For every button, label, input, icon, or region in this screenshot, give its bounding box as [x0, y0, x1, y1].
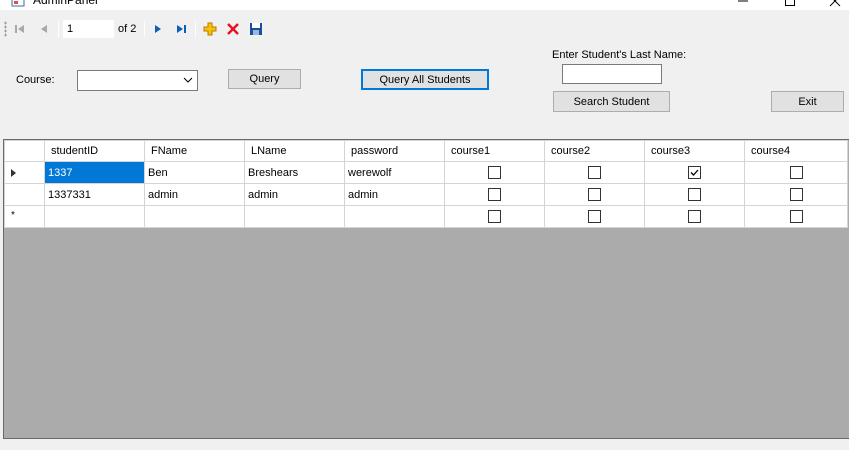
toolbar-separator — [58, 21, 59, 37]
corner-header[interactable] — [4, 140, 45, 162]
current-row-icon — [11, 169, 16, 177]
course3-checkbox[interactable] — [688, 210, 701, 223]
app-icon — [11, 0, 25, 7]
table-row[interactable]: 1337331 admin admin admin — [4, 183, 848, 206]
new-row[interactable]: * — [4, 205, 848, 228]
course-label: Course: — [16, 74, 55, 86]
course4-checkbox[interactable] — [789, 188, 803, 201]
table-row[interactable]: 1337 Ben Breshears werewolf — [4, 161, 848, 184]
maximize-icon[interactable] — [783, 0, 797, 8]
window-title: AdminPanel — [33, 0, 98, 7]
column-header-password[interactable]: password — [344, 140, 445, 162]
save-icon — [250, 23, 262, 35]
save-button[interactable] — [247, 20, 265, 38]
delete-icon — [227, 23, 239, 35]
cell-password[interactable]: admin — [344, 183, 445, 206]
row-header[interactable] — [4, 183, 45, 206]
course1-checkbox[interactable] — [488, 210, 501, 223]
row-header-current[interactable] — [4, 161, 45, 184]
move-previous-icon — [41, 25, 47, 33]
title-bar: AdminPanel — [0, 0, 849, 10]
cell-lname[interactable] — [244, 205, 345, 228]
column-header-course4[interactable]: course4 — [744, 140, 848, 162]
cell-fname[interactable]: Ben — [144, 161, 245, 184]
last-name-input[interactable] — [562, 64, 662, 84]
column-header-fname[interactable]: FName — [144, 140, 245, 162]
cell-fname[interactable]: admin — [144, 183, 245, 206]
last-name-label: Enter Student's Last Name: — [552, 49, 687, 61]
minimize-icon[interactable] — [736, 0, 750, 8]
cell-lname[interactable]: Breshears — [244, 161, 345, 184]
move-first-icon — [15, 25, 24, 33]
position-input[interactable] — [63, 20, 114, 38]
course1-checkbox[interactable] — [488, 188, 501, 201]
course4-checkbox[interactable] — [789, 210, 803, 223]
chevron-down-icon — [183, 77, 193, 83]
course2-checkbox[interactable] — [588, 166, 601, 179]
column-header-lname[interactable]: LName — [244, 140, 345, 162]
delete-button[interactable] — [224, 20, 242, 38]
course2-checkbox[interactable] — [588, 188, 601, 201]
column-header-course3[interactable]: course3 — [644, 140, 745, 162]
exit-button[interactable]: Exit — [771, 91, 844, 112]
cell-studentid[interactable] — [44, 205, 145, 228]
move-first-button[interactable] — [11, 20, 29, 38]
column-header-course2[interactable]: course2 — [544, 140, 645, 162]
toolbar-separator — [195, 21, 196, 37]
cell-fname[interactable] — [144, 205, 245, 228]
course1-checkbox[interactable] — [488, 166, 501, 179]
row-header-new[interactable]: * — [4, 205, 45, 228]
toolbar-separator — [144, 21, 145, 37]
course-combobox[interactable] — [77, 70, 198, 91]
move-next-button[interactable] — [149, 20, 167, 38]
count-label: of 2 — [118, 23, 137, 35]
binding-navigator: of 2 — [0, 17, 849, 41]
status-strip — [0, 440, 849, 450]
header-row: studentID FName LName password course1 c… — [4, 140, 848, 162]
move-next-icon — [155, 25, 161, 33]
toolbar-grip[interactable] — [4, 21, 7, 37]
cell-password[interactable] — [344, 205, 445, 228]
add-new-button[interactable] — [201, 20, 219, 38]
students-datagridview[interactable]: studentID FName LName password course1 c… — [3, 139, 849, 439]
cell-studentid[interactable]: 1337 — [44, 161, 145, 184]
cell-password[interactable]: werewolf — [344, 161, 445, 184]
add-icon — [203, 22, 217, 36]
cell-lname[interactable]: admin — [244, 183, 345, 206]
course4-checkbox[interactable] — [789, 166, 803, 179]
move-last-icon — [177, 25, 186, 33]
column-header-studentid[interactable]: studentID — [44, 140, 145, 162]
query-button[interactable]: Query — [228, 69, 301, 89]
new-row-icon: * — [11, 210, 15, 221]
course3-checkbox[interactable] — [688, 188, 701, 201]
column-header-course1[interactable]: course1 — [444, 140, 545, 162]
close-icon[interactable] — [828, 0, 842, 8]
course2-checkbox[interactable] — [588, 210, 601, 223]
course3-checkbox[interactable] — [688, 166, 701, 179]
move-last-button[interactable] — [172, 20, 190, 38]
search-student-button[interactable]: Search Student — [553, 91, 670, 112]
query-all-students-button[interactable]: Query All Students — [361, 69, 489, 90]
cell-studentid[interactable]: 1337331 — [44, 183, 145, 206]
students-table: studentID FName LName password course1 c… — [4, 140, 848, 228]
move-previous-button[interactable] — [35, 20, 53, 38]
